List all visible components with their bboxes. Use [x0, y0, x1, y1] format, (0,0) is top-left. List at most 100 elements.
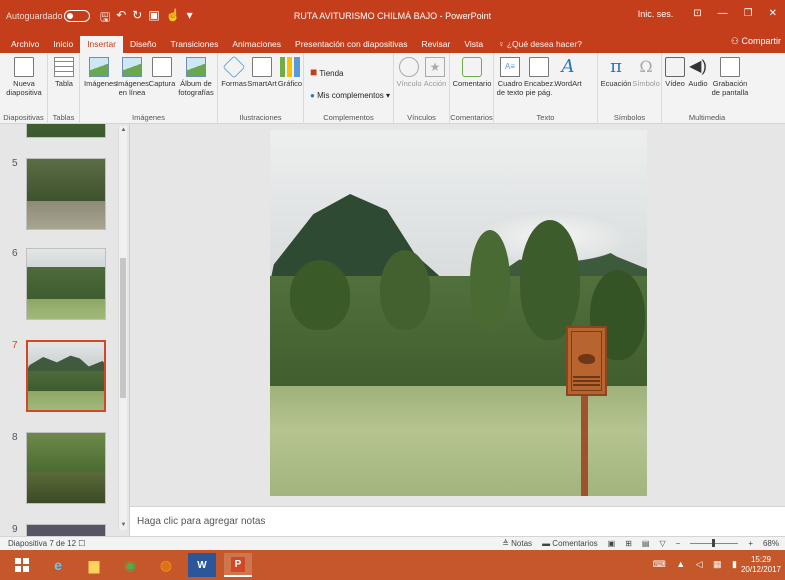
imagenes-en-linea-button[interactable]: Imágenes en línea [116, 57, 149, 97]
imagenes-button[interactable]: Imágenes [84, 57, 117, 88]
video-button[interactable]: Vídeo [664, 57, 686, 88]
taskbar-clock[interactable]: 15:29 20/12/2017 [741, 555, 781, 575]
slide-thumbnail-5[interactable] [26, 158, 106, 230]
spellcheck-icon[interactable]: ☐ [78, 539, 85, 548]
tab-archivo[interactable]: Archivo [4, 36, 46, 53]
touch-mode-icon[interactable]: ☝ [166, 8, 181, 29]
slideshow-icon[interactable]: ▣ [148, 8, 159, 29]
zoom-in-icon[interactable]: + [748, 539, 753, 548]
file-explorer-icon[interactable]: ▆ [80, 553, 108, 577]
start-button[interactable] [8, 553, 36, 577]
symbol-omega-icon: Ω [639, 57, 653, 76]
wordart-button[interactable]: A WordArt [554, 57, 582, 89]
reading-view-icon[interactable]: ▤ [642, 539, 650, 548]
wooden-bird-sign [566, 326, 607, 396]
ecuacion-label: Ecuación [600, 79, 632, 88]
zoom-out-icon[interactable]: − [676, 539, 681, 548]
slide-number-6: 6 [12, 248, 18, 259]
nueva-diapositiva-button[interactable]: Nueva diapositiva [4, 57, 44, 97]
scroll-up-icon[interactable]: ▲ [119, 126, 128, 135]
vinculo-button[interactable]: Vínculo [396, 57, 422, 88]
signin-link[interactable]: Inic. ses. [638, 9, 674, 19]
accion-button[interactable]: ★ Acción [422, 57, 448, 88]
powerpoint-icon: P [230, 556, 246, 572]
comments-toggle-label: Comentarios [552, 539, 598, 548]
toggle-knob [67, 13, 73, 19]
slide-thumbnail-4[interactable] [26, 124, 106, 138]
word-icon[interactable]: W [188, 553, 216, 577]
mis-complementos-button[interactable]: ● Mis complementos ▾ [310, 91, 390, 100]
grabacion-button[interactable]: Grabación de pantalla [710, 57, 750, 97]
action-star-icon: ★ [425, 57, 445, 77]
zoom-slider[interactable] [690, 539, 739, 547]
comentario-button[interactable]: Comentario [452, 57, 492, 88]
cuadro-de-texto-button[interactable]: A≡ Cuadro de texto [496, 57, 524, 97]
scrollbar-thumb[interactable] [120, 258, 126, 398]
tienda-button[interactable]: ■ Tienda [310, 65, 344, 79]
grafico-button[interactable]: Gráfico [277, 57, 303, 88]
tab-animaciones[interactable]: Animaciones [225, 36, 288, 53]
zoom-slider-knob[interactable] [712, 539, 716, 547]
formas-button[interactable]: Formas [221, 55, 247, 88]
internet-explorer-icon[interactable]: e [44, 553, 72, 577]
tab-diseno[interactable]: Diseño [123, 36, 163, 53]
audio-label: Audio [688, 79, 708, 88]
tabla-button[interactable]: Tabla [52, 57, 76, 88]
autosave-toggle[interactable] [64, 10, 90, 22]
slide-number-8: 8 [12, 432, 18, 443]
imagenes-en-linea-line1: Imágenes [116, 79, 149, 88]
group-multimedia: Vídeo ◀) Audio Grabación de pantalla Mul… [662, 53, 752, 124]
tell-me-search[interactable]: ♀ ¿Qué desea hacer? [490, 36, 582, 53]
group-diapositivas: Nueva diapositiva Diapositivas [0, 53, 48, 124]
slide-thumbnail-9[interactable] [26, 524, 106, 536]
comentario-label: Comentario [452, 79, 492, 88]
powerpoint-taskbar-button[interactable]: P [224, 553, 252, 577]
tab-transiciones[interactable]: Transiciones [163, 36, 225, 53]
slide-thumbnail-6[interactable] [26, 248, 106, 320]
album-button[interactable]: Álbum de fotografías [178, 57, 214, 97]
tab-revisar[interactable]: Revisar [415, 36, 458, 53]
simbolo-button[interactable]: Ω Símbolo [631, 57, 661, 88]
save-icon[interactable]: 🖫 [100, 8, 110, 29]
tab-presentacion[interactable]: Presentación con diapositivas [288, 36, 414, 53]
cuadro-line2: de texto [496, 88, 524, 97]
ribbon-display-icon[interactable]: ⊡ [693, 8, 701, 19]
notes-toggle-button[interactable]: ≜ Notas [502, 539, 532, 548]
maximize-icon[interactable]: ❐ [744, 8, 753, 19]
current-slide[interactable] [270, 130, 647, 496]
encab-line2: pie pág. [525, 88, 553, 97]
ecuacion-button[interactable]: π Ecuación [600, 57, 632, 89]
customize-qat-icon[interactable]: ▾ [187, 8, 193, 29]
mis-complementos-label: Mis complementos [317, 91, 384, 100]
scroll-down-icon[interactable]: ▼ [119, 521, 128, 530]
tab-inicio[interactable]: Inicio [46, 36, 80, 53]
thumbnail-scrollbar[interactable]: ▲ ▼ [118, 126, 127, 530]
group-label-comentarios: Comentarios [450, 113, 493, 122]
encabezado-button[interactable]: Encabez. pie pág. [524, 57, 555, 97]
normal-view-icon[interactable]: ▣ [608, 539, 616, 548]
notes-pane[interactable]: Haga clic para agregar notas [130, 506, 785, 536]
slideshow-view-icon[interactable]: ▽ [659, 539, 665, 548]
minimize-icon[interactable]: — [718, 8, 728, 19]
slide-thumbnail-7[interactable] [26, 340, 106, 412]
system-tray[interactable]: ⌨ ▲ ◁ ▦ ▮ [653, 559, 741, 570]
zoom-level[interactable]: 68% [763, 539, 779, 548]
speaker-icon: ◀) [689, 58, 707, 75]
close-icon[interactable]: ✕ [769, 8, 777, 19]
captura-button[interactable]: Captura [148, 57, 176, 88]
comments-toggle-button[interactable]: ▬ Comentarios [542, 539, 598, 548]
slide-thumbnail-8[interactable] [26, 432, 106, 504]
share-button[interactable]: ⚇ Compartir [731, 36, 781, 47]
redo-icon[interactable]: ↻ [132, 8, 142, 29]
video-label: Vídeo [665, 79, 685, 88]
grabacion-line1: Grabación [712, 79, 748, 88]
firefox-icon[interactable]: ◍ [152, 553, 180, 577]
chrome-icon[interactable]: ◉ [116, 553, 144, 577]
tab-insertar[interactable]: Insertar [80, 36, 124, 53]
thumb-grass [27, 299, 105, 319]
undo-icon[interactable]: ↶ [116, 8, 126, 29]
smartart-button[interactable]: SmartArt [247, 57, 277, 88]
tab-vista[interactable]: Vista [457, 36, 490, 53]
audio-button[interactable]: ◀) Audio [686, 57, 710, 88]
slide-sorter-icon[interactable]: ⊞ [625, 539, 632, 548]
